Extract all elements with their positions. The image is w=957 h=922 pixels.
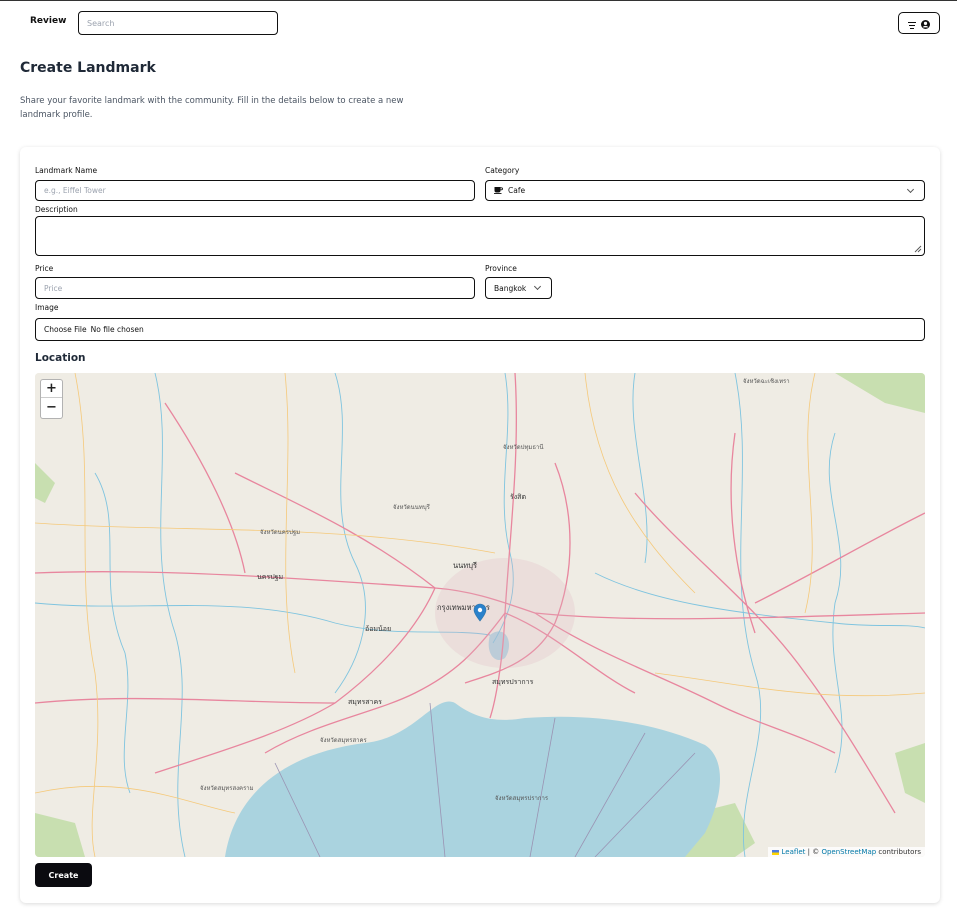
list-icon [908, 14, 916, 33]
page-title: Create Landmark [20, 60, 156, 76]
map-label-0: จังหวัดนครปฐม [260, 529, 300, 536]
map-label-1: จังหวัดนนทบุรี [393, 503, 431, 511]
description-label: Description [35, 205, 78, 214]
map-label-2: จังหวัดปทุมธานี [503, 443, 544, 451]
map-label-9: นครปฐม [257, 573, 283, 581]
province-select[interactable]: Bangkok [485, 277, 552, 299]
category-label: Category [485, 166, 520, 175]
zoom-in-button[interactable]: + [41, 380, 62, 398]
map-label-7: จังหวัดสมุทรปราการ [495, 795, 549, 802]
brand-link[interactable]: Review [30, 16, 66, 26]
resize-handle-icon[interactable] [914, 245, 922, 253]
description-textarea[interactable] [35, 216, 925, 256]
landmark-name-placeholder: e.g., Eiffel Tower [44, 186, 106, 195]
leaflet-link[interactable]: Leaflet [782, 848, 806, 856]
map-zoom-control: + − [40, 379, 63, 419]
search-input[interactable] [78, 11, 278, 35]
price-input[interactable]: Price [35, 277, 475, 299]
map-attribution: Leaflet | © OpenStreetMap contributors [768, 847, 925, 857]
map-label-6: สมุทรสาคร [348, 698, 382, 706]
map-label-5: สมุทรปราการ [492, 678, 534, 686]
map-tiles[interactable]: จังหวัดนครปฐม จังหวัดนนทบุรี จังหวัดปทุม… [35, 373, 925, 857]
category-select[interactable]: Cafe [485, 180, 925, 201]
ukraine-flag-icon [772, 849, 780, 855]
map-label-10: อ้อมน้อย [365, 625, 391, 633]
choose-file-button[interactable]: Choose File [44, 325, 87, 334]
map-label-3: นนทบุรี [453, 561, 477, 570]
map-label-13: จังหวัดสมุทรสงคราม [200, 785, 254, 792]
osm-link[interactable]: OpenStreetMap [821, 848, 876, 856]
location-map[interactable]: จังหวัดนครปฐม จังหวัดนนทบุรี จังหวัดปทุม… [35, 373, 925, 857]
image-label: Image [35, 303, 59, 312]
price-placeholder: Price [44, 283, 63, 293]
create-button[interactable]: Create [35, 863, 92, 887]
user-circle-icon [921, 14, 930, 33]
coffee-icon [494, 186, 503, 196]
page-description: Share your favorite landmark with the co… [20, 96, 404, 120]
landmark-name-label: Landmark Name [35, 166, 98, 175]
user-menu-button[interactable] [898, 12, 940, 34]
zoom-out-button[interactable]: − [41, 398, 62, 416]
province-label: Province [485, 264, 517, 273]
location-heading: Location [35, 352, 86, 364]
navbar: Review [0, 1, 957, 43]
attribution-suffix: contributors [878, 848, 921, 856]
chevron-down-icon [533, 282, 542, 291]
landmark-name-input[interactable]: e.g., Eiffel Tower [35, 180, 475, 201]
map-label-8: จังหวัดสมุทรสาคร [320, 737, 368, 744]
price-label: Price [35, 264, 54, 273]
map-label-12: จังหวัดฉะเชิงเทรา [743, 378, 790, 385]
category-value: Cafe [508, 186, 526, 195]
province-value: Bangkok [494, 283, 527, 293]
file-status: No file chosen [90, 325, 144, 334]
image-file-input[interactable]: Choose File No file chosen [35, 318, 925, 341]
attribution-separator: | © [807, 848, 820, 856]
map-label-11: รังสิต [510, 493, 526, 501]
landmark-form-card: Landmark Name e.g., Eiffel Tower Categor… [20, 147, 940, 903]
chevron-down-icon [906, 185, 915, 194]
